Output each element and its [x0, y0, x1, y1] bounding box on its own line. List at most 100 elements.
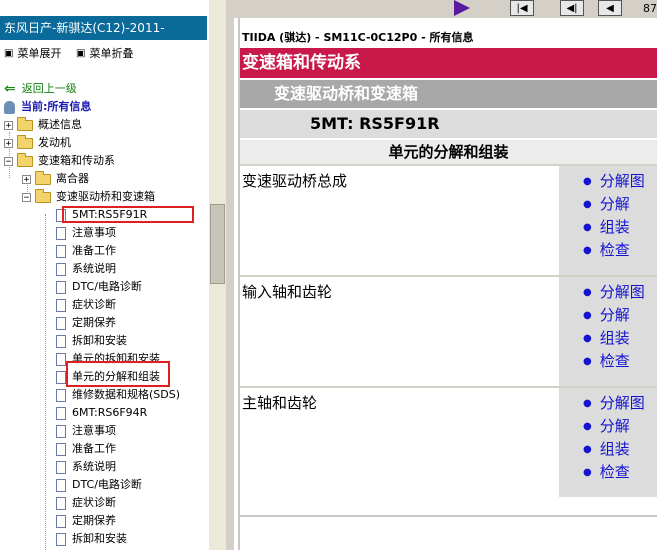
tree-doc-item[interactable]: 准备工作 — [56, 440, 116, 458]
tree-doc-item[interactable]: 系统说明 — [56, 458, 116, 476]
collapse-icon: ▣ — [76, 48, 86, 59]
procedure-link[interactable]: ● 检查 — [559, 239, 657, 262]
collapse-toggle-icon[interactable]: − — [22, 192, 31, 202]
tree-item-label: 变速箱和传动系 — [38, 154, 115, 167]
prev-page-button[interactable]: ◀| — [560, 0, 584, 16]
document-icon — [56, 226, 66, 240]
tree-doc-label: 系统说明 — [72, 262, 116, 275]
tree-doc-label: 准备工作 — [72, 442, 116, 455]
section-links: ● 分解图 ● 分解 ● 组装 ● 检查 — [559, 277, 657, 386]
section-name: 主轴和齿轮 — [240, 388, 559, 497]
expand-menu-button[interactable]: ▣ 菜单展开 — [4, 44, 61, 64]
procedure-link[interactable]: ● 分解 — [559, 415, 657, 438]
document-content: TIIDA (骐达) - SM11C-0C12P0 - 所有信息 变速箱和传动系… — [240, 28, 657, 497]
document-icon — [56, 388, 66, 402]
subsection-title: 变速驱动桥和变速箱 — [240, 80, 657, 108]
bullet-icon: ● — [583, 222, 592, 233]
bullet-icon: ● — [583, 199, 592, 210]
user-icon — [4, 100, 15, 114]
tree-doc-label: 拆卸和安装 — [72, 334, 127, 347]
tree-item-clutch[interactable]: + 离合器 — [22, 170, 89, 188]
tree-doc-label: 症状诊断 — [72, 298, 116, 311]
back-link[interactable]: ⇐ 返回上一级 — [4, 80, 77, 98]
folder-open-icon — [35, 188, 51, 203]
bullet-icon: ● — [583, 176, 592, 187]
document-icon — [56, 460, 66, 474]
unit-title: 单元的分解和组装 — [240, 140, 657, 164]
procedure-link-label: 分解图 — [599, 172, 645, 190]
folder-open-icon — [17, 152, 33, 167]
tree-item-label: 概述信息 — [38, 118, 82, 131]
procedure-link[interactable]: ● 组装 — [559, 438, 657, 461]
tree-doc-item[interactable]: 注意事项 — [56, 422, 116, 440]
tree-doc-item[interactable]: 拆卸和安装 — [56, 332, 127, 350]
tree-doc-item[interactable]: DTC/电路诊断 — [56, 278, 142, 296]
bullet-icon: ● — [583, 398, 592, 409]
procedure-link[interactable]: ● 分解 — [559, 304, 657, 327]
folder-icon — [35, 170, 51, 185]
expand-toggle-icon[interactable]: + — [22, 174, 31, 184]
procedure-link-label: 检查 — [599, 352, 630, 370]
highlight-box — [62, 206, 194, 223]
expand-toggle-icon[interactable]: + — [4, 120, 13, 130]
flag-icon[interactable] — [454, 0, 470, 16]
procedure-link-label: 检查 — [599, 463, 630, 481]
tree-doc-item[interactable]: DTC/电路诊断 — [56, 476, 142, 494]
tree-doc-label: 6MT:RS6F94R — [72, 406, 148, 419]
document-icon — [56, 442, 66, 456]
tree-doc-item[interactable]: 6MT:RS6F94R — [56, 404, 147, 422]
content-panel: |◀ ◀| ◀ 87 TIIDA (骐达) - SM11C-0C12P0 - 所… — [234, 0, 657, 550]
highlight-box — [66, 361, 170, 387]
procedure-link-label: 检查 — [599, 241, 630, 259]
collapse-toggle-icon[interactable]: − — [4, 156, 13, 166]
document-icon — [56, 316, 66, 330]
tree-doc-item[interactable]: 症状诊断 — [56, 296, 116, 314]
collapse-menu-button[interactable]: ▣ 菜单折叠 — [76, 44, 133, 64]
tree-scrollbar[interactable] — [209, 0, 226, 550]
procedure-link[interactable]: ● 组装 — [559, 216, 657, 239]
first-page-button[interactable]: |◀ — [510, 0, 534, 16]
tree-doc-item[interactable]: 定期保养 — [56, 314, 116, 332]
document-icon — [56, 262, 66, 276]
bullet-icon: ● — [583, 245, 592, 256]
document-icon — [56, 334, 66, 348]
document-icon — [56, 532, 66, 546]
tree-doc-item[interactable]: 定期保养 — [56, 512, 116, 530]
tree-doc-item[interactable]: 准备工作 — [56, 242, 116, 260]
procedure-link-label: 分解图 — [599, 283, 645, 301]
procedure-link[interactable]: ● 分解图 — [559, 170, 657, 193]
tree-doc-item[interactable]: 系统说明 — [56, 260, 116, 278]
tree-doc-item[interactable]: 维修数据和规格(SDS) — [56, 386, 180, 404]
expand-toggle-icon[interactable]: + — [4, 138, 13, 148]
back-page-button[interactable]: ◀ — [598, 0, 622, 16]
bullet-icon: ● — [583, 421, 592, 432]
tree-item-transmission[interactable]: − 变速箱和传动系 — [4, 152, 115, 170]
tree-doc-label: 注意事项 — [72, 226, 116, 239]
procedure-link[interactable]: ● 检查 — [559, 350, 657, 373]
document-icon — [56, 370, 66, 384]
procedure-section: 变速驱动桥总成 ● 分解图 ● 分解 ● 组装 ● 检查 — [240, 164, 657, 275]
section-links: ● 分解图 ● 分解 ● 组装 ● 检查 — [559, 166, 657, 275]
bottom-rule — [240, 515, 657, 517]
procedure-link[interactable]: ● 分解图 — [559, 281, 657, 304]
tree-item-label: 变速驱动桥和变速箱 — [56, 190, 155, 203]
procedure-link[interactable]: ● 分解 — [559, 193, 657, 216]
procedure-section: 输入轴和齿轮 ● 分解图 ● 分解 ● 组装 ● 检查 — [240, 275, 657, 386]
tree-doc-label: 注意事项 — [72, 424, 116, 437]
document-icon — [56, 424, 66, 438]
tree-item-label: 发动机 — [38, 136, 71, 149]
procedure-link[interactable]: ● 组装 — [559, 327, 657, 350]
tree-item-engine[interactable]: + 发动机 — [4, 134, 71, 152]
tree-doc-item[interactable]: 注意事项 — [56, 224, 116, 242]
tree-item-overview[interactable]: + 概述信息 — [4, 116, 82, 134]
procedure-link[interactable]: ● 分解图 — [559, 392, 657, 415]
tree-item-transaxle[interactable]: − 变速驱动桥和变速箱 — [22, 188, 155, 206]
tree-doc-item[interactable]: 拆卸和安装 — [56, 530, 127, 548]
tree-doc-label: 症状诊断 — [72, 496, 116, 509]
scrollbar-thumb[interactable] — [210, 204, 225, 284]
procedure-link[interactable]: ● 检查 — [559, 461, 657, 484]
procedure-sections: 变速驱动桥总成 ● 分解图 ● 分解 ● 组装 ● 检查 输入轴和齿轮 ● 分解图 ● 分解 ● 组装 ● 检查主… — [240, 164, 657, 497]
document-icon — [56, 514, 66, 528]
back-link-label: 返回上一级 — [21, 82, 77, 95]
tree-doc-item[interactable]: 症状诊断 — [56, 494, 116, 512]
